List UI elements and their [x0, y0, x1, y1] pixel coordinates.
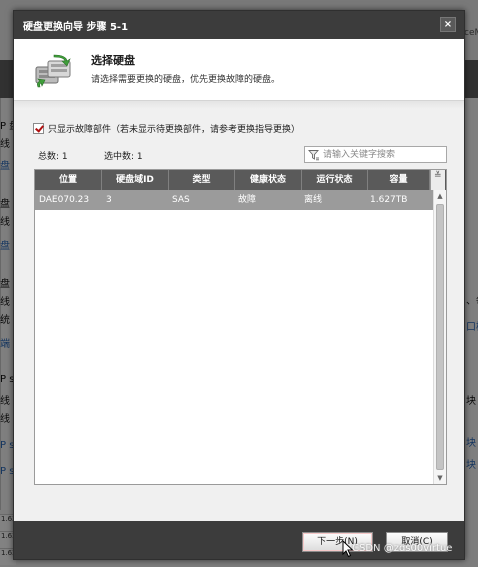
search-input[interactable]: [323, 147, 445, 162]
cell-disk-domain-id: 3: [106, 195, 112, 205]
selected-count: 选中数: 1: [104, 152, 143, 162]
scroll-up-icon[interactable]: ▲: [434, 190, 446, 202]
column-header-type[interactable]: 类型: [169, 170, 235, 190]
cell-capacity: 1.627TB: [370, 195, 408, 205]
cell-location: DAE070.23: [39, 195, 90, 205]
cell-health-status: 故障: [238, 195, 257, 205]
faulty-only-filter[interactable]: 只显示故障部件（若未显示待更换部件，请参考更换指导更换）: [33, 121, 300, 135]
step-description: 请选择需要更换的硬盘，优先更换故障的硬盘。: [91, 75, 281, 85]
faulty-only-checkbox[interactable]: [33, 122, 44, 134]
faulty-only-label: 只显示故障部件（若未显示待更换部件，请参考更换指导更换）: [48, 124, 301, 135]
wizard-step-header: 选择硬盘 请选择需要更换的硬盘，优先更换故障的硬盘。: [14, 39, 464, 101]
cell-running-status: 离线: [304, 195, 323, 205]
dialog-title: 硬盘更换向导 步骤 5-1: [23, 22, 129, 33]
watermark: CSDN @zds00virtue: [352, 543, 453, 554]
column-header-running-status[interactable]: 运行状态: [302, 170, 368, 190]
total-count: 总数: 1: [38, 152, 68, 162]
disk-replace-icon: [35, 54, 71, 88]
table-header: 位置 硬盘域ID 类型 健康状态 运行状态 容量 ≚: [35, 170, 446, 190]
dialog-titlebar: 硬盘更换向导 步骤 5-1 ×: [14, 11, 464, 39]
scroll-down-icon[interactable]: ▼: [434, 472, 446, 484]
close-icon[interactable]: ×: [440, 17, 456, 32]
step-title: 选择硬盘: [91, 54, 135, 67]
column-header-disk-domain-id[interactable]: 硬盘域ID: [102, 170, 169, 190]
table-scrollbar[interactable]: ▲ ▼: [433, 190, 446, 484]
cell-type: SAS: [172, 195, 190, 205]
table-body: DAE070.23 3 SAS 故障 离线 1.627TB: [35, 190, 433, 210]
column-options-icon: ≚: [434, 171, 442, 181]
search-box[interactable]: [304, 146, 447, 163]
column-options-button[interactable]: ≚: [430, 170, 445, 190]
column-header-health-status[interactable]: 健康状态: [235, 170, 302, 190]
column-header-location[interactable]: 位置: [35, 170, 102, 190]
disk-replace-wizard-dialog: 硬盘更换向导 步骤 5-1 × 选择硬盘 请选择需要更换的硬盘，优先更换故障的硬…: [13, 10, 465, 560]
filter-icon[interactable]: [308, 149, 320, 161]
column-header-capacity[interactable]: 容量: [368, 170, 430, 190]
scrollbar-thumb[interactable]: [436, 204, 444, 470]
header-separator: [14, 101, 464, 109]
disk-table: 位置 硬盘域ID 类型 健康状态 运行状态 容量 ≚ DAE070.23 3 S…: [34, 169, 447, 485]
table-row[interactable]: DAE070.23 3 SAS 故障 离线 1.627TB: [35, 190, 433, 210]
